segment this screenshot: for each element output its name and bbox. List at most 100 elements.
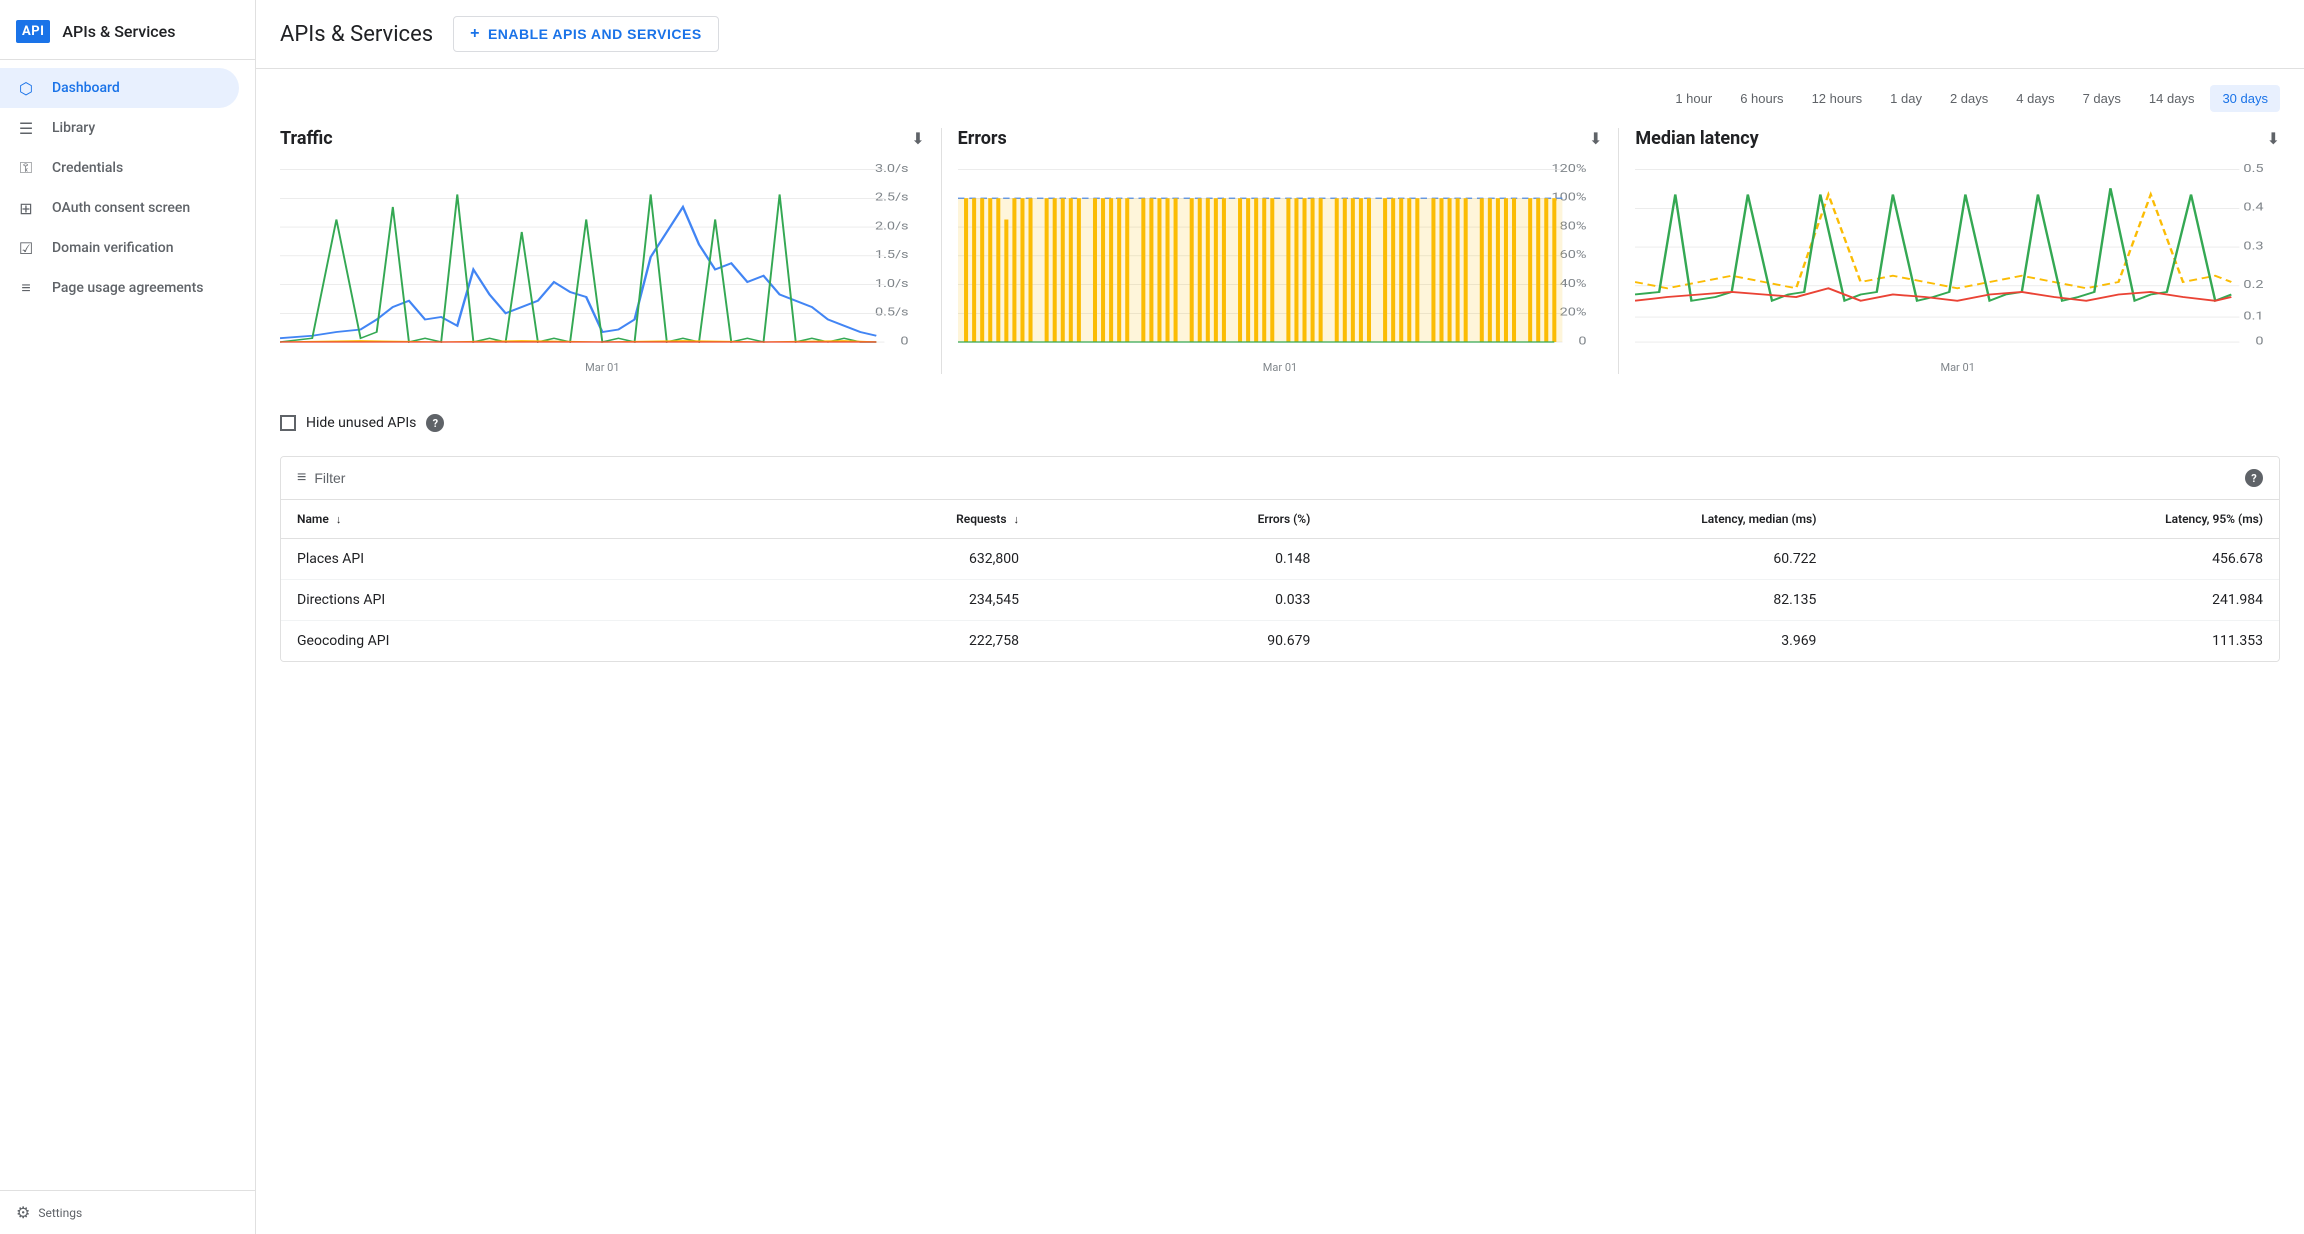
charts-row: Traffic ⬇ 3.0/s 2.5/s 2.0/s 1.5/s 1.0/s … <box>280 128 2280 374</box>
hide-unused-help-icon[interactable]: ? <box>426 414 444 432</box>
enable-btn-label: ENABLE APIS AND SERVICES <box>488 26 702 42</box>
hide-unused-label: Hide unused APIs <box>306 415 416 431</box>
library-nav-label: Library <box>52 120 95 136</box>
library-nav-icon: ☰ <box>16 118 36 138</box>
filter-button[interactable]: ≡ Filter <box>297 469 345 487</box>
plus-icon: + <box>470 25 480 43</box>
sidebar-item-credentials[interactable]: ⚿ Credentials <box>0 148 239 188</box>
cell-latency-median: 3.969 <box>1326 621 1832 662</box>
page-usage-nav-icon: ≡ <box>16 278 36 298</box>
time-btn-14days[interactable]: 14 days <box>2137 85 2207 112</box>
hide-unused-checkbox[interactable] <box>280 415 296 431</box>
table-row[interactable]: Directions API 234,545 0.033 82.135 241.… <box>281 580 2279 621</box>
time-btn-1hour[interactable]: 1 hour <box>1663 85 1724 112</box>
enable-apis-button[interactable]: + ENABLE APIS AND SERVICES <box>453 16 719 52</box>
domain-nav-icon: ☑ <box>16 238 36 258</box>
sidebar-item-domain[interactable]: ☑ Domain verification <box>0 228 239 268</box>
svg-text:20%: 20% <box>1559 306 1586 319</box>
time-btn-6hours[interactable]: 6 hours <box>1728 85 1795 112</box>
table-row[interactable]: Places API 632,800 0.148 60.722 456.678 <box>281 539 2279 580</box>
col-latency-95: Latency, 95% (ms) <box>1832 500 2279 539</box>
svg-text:120%: 120% <box>1551 162 1586 175</box>
sidebar-nav: ⬡ Dashboard ☰ Library ⚿ Credentials ⊞ OA… <box>0 68 255 308</box>
sidebar-bottom-label: Settings <box>38 1206 82 1220</box>
errors-chart: 120% 100% 80% 60% 40% 20% 0 <box>958 157 1603 357</box>
latency-chart-container: Median latency ⬇ 0.5 0.4 0.3 0.2 0.1 0 <box>1635 128 2280 374</box>
time-btn-4days[interactable]: 4 days <box>2004 85 2066 112</box>
oauth-nav-icon: ⊞ <box>16 198 36 218</box>
svg-text:0.2: 0.2 <box>2244 279 2264 292</box>
errors-chart-title: Errors <box>958 128 1007 149</box>
time-btn-12hours[interactable]: 12 hours <box>1800 85 1875 112</box>
dashboard-nav-label: Dashboard <box>52 80 120 96</box>
errors-chart-svg: 120% 100% 80% 60% 40% 20% 0 <box>958 157 1603 357</box>
svg-text:0: 0 <box>2256 335 2264 348</box>
help-icon-label: ? <box>433 417 438 430</box>
col-errors: Errors (%) <box>1035 500 1326 539</box>
sort-icon: ↓ <box>336 513 342 526</box>
sidebar-header: API APIs & Services <box>0 8 255 60</box>
cell-name: Directions API <box>281 580 709 621</box>
errors-chart-xlabel: Mar 01 <box>958 361 1603 374</box>
latency-download-icon[interactable]: ⬇ <box>2267 129 2280 148</box>
col-requests[interactable]: Requests ↓ <box>709 500 1035 539</box>
svg-text:0: 0 <box>1578 335 1586 348</box>
svg-text:0.4: 0.4 <box>2244 201 2264 214</box>
latency-chart-title: Median latency <box>1635 128 1758 149</box>
time-btn-7days[interactable]: 7 days <box>2071 85 2133 112</box>
main-content: APIs & Services + ENABLE APIS AND SERVIC… <box>256 0 2304 1234</box>
cell-latency-median: 82.135 <box>1326 580 1832 621</box>
cell-latency-95: 241.984 <box>1832 580 2279 621</box>
cell-errors: 0.148 <box>1035 539 1326 580</box>
sort-requests-icon: ↓ <box>1013 513 1019 526</box>
time-btn-30days[interactable]: 30 days <box>2210 85 2280 112</box>
sidebar-item-page-usage[interactable]: ≡ Page usage agreements <box>0 268 239 308</box>
filter-icon: ≡ <box>297 469 306 487</box>
oauth-nav-label: OAuth consent screen <box>52 200 190 216</box>
svg-text:40%: 40% <box>1559 277 1586 290</box>
sidebar-item-dashboard[interactable]: ⬡ Dashboard <box>0 68 239 108</box>
cell-name: Places API <box>281 539 709 580</box>
sidebar-item-oauth[interactable]: ⊞ OAuth consent screen <box>0 188 239 228</box>
latency-chart-xlabel: Mar 01 <box>1635 361 2280 374</box>
latency-chart-svg: 0.5 0.4 0.3 0.2 0.1 0 <box>1635 157 2280 357</box>
api-table-section: ≡ Filter ? Name ↓ Requests ↓ Errors (%) … <box>280 456 2280 662</box>
cell-latency-median: 60.722 <box>1326 539 1832 580</box>
content-area: 1 hour6 hours12 hours1 day2 days4 days7 … <box>256 69 2304 686</box>
cell-name: Geocoding API <box>281 621 709 662</box>
api-logo: API <box>16 20 50 43</box>
svg-text:2.0/s: 2.0/s <box>875 220 909 233</box>
page-title: APIs & Services <box>280 22 433 47</box>
svg-text:0: 0 <box>900 335 908 348</box>
time-range-selector: 1 hour6 hours12 hours1 day2 days4 days7 … <box>280 85 2280 112</box>
table-help-icon[interactable]: ? <box>2245 469 2263 487</box>
svg-text:1.0/s: 1.0/s <box>875 277 909 290</box>
col-name[interactable]: Name ↓ <box>281 500 709 539</box>
traffic-chart: 3.0/s 2.5/s 2.0/s 1.5/s 1.0/s 0.5/s 0 <box>280 157 925 357</box>
filter-label: Filter <box>314 470 345 486</box>
latency-chart: 0.5 0.4 0.3 0.2 0.1 0 <box>1635 157 2280 357</box>
table-row[interactable]: Geocoding API 222,758 90.679 3.969 111.3… <box>281 621 2279 662</box>
svg-text:0.5: 0.5 <box>2244 162 2264 175</box>
svg-text:2.5/s: 2.5/s <box>875 191 909 204</box>
sidebar-item-library[interactable]: ☰ Library <box>0 108 239 148</box>
sidebar: API APIs & Services ⬡ Dashboard ☰ Librar… <box>0 0 256 1234</box>
dashboard-nav-icon: ⬡ <box>16 78 36 98</box>
table-body: Places API 632,800 0.148 60.722 456.678 … <box>281 539 2279 662</box>
sidebar-bottom-item[interactable]: ⚙ Settings <box>16 1203 239 1222</box>
cell-requests: 632,800 <box>709 539 1035 580</box>
main-header: APIs & Services + ENABLE APIS AND SERVIC… <box>256 0 2304 69</box>
errors-download-icon[interactable]: ⬇ <box>1589 129 1602 148</box>
traffic-chart-svg: 3.0/s 2.5/s 2.0/s 1.5/s 1.0/s 0.5/s 0 <box>280 157 925 357</box>
time-btn-2days[interactable]: 2 days <box>1938 85 2000 112</box>
table-head: Name ↓ Requests ↓ Errors (%) Latency, me… <box>281 500 2279 539</box>
errors-chart-container: Errors ⬇ 120% 100% 80% 60% 40% 20% 0 <box>958 128 1620 374</box>
table-header-row: Name ↓ Requests ↓ Errors (%) Latency, me… <box>281 500 2279 539</box>
cell-errors: 0.033 <box>1035 580 1326 621</box>
svg-text:0.5/s: 0.5/s <box>875 306 909 319</box>
time-btn-1day[interactable]: 1 day <box>1878 85 1934 112</box>
table-toolbar: ≡ Filter ? <box>281 457 2279 500</box>
svg-text:80%: 80% <box>1559 220 1586 233</box>
svg-text:0.3: 0.3 <box>2244 240 2264 253</box>
traffic-download-icon[interactable]: ⬇ <box>911 129 924 148</box>
